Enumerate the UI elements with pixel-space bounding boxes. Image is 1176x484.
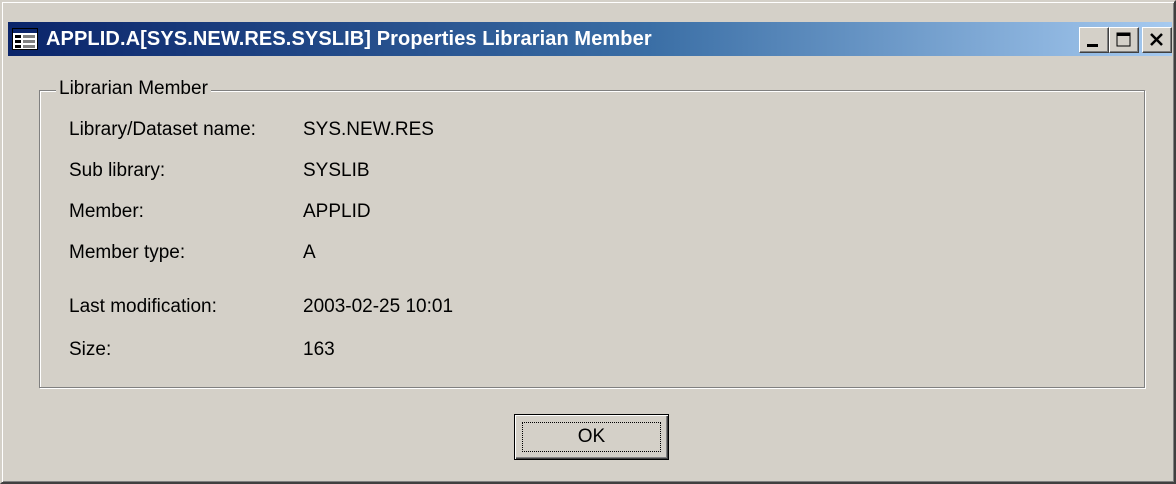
title-bar[interactable]: APPLID.A[SYS.NEW.RES.SYSLIB] Properties … xyxy=(8,22,1172,56)
maximize-button[interactable] xyxy=(1109,27,1139,53)
size-value: 163 xyxy=(303,339,335,360)
close-button[interactable] xyxy=(1142,27,1172,53)
sub-library-value: SYSLIB xyxy=(303,160,370,181)
member-type-value: A xyxy=(303,242,316,263)
library-dataset-name-value: SYS.NEW.RES xyxy=(303,119,434,140)
member-type-label: Member type: xyxy=(69,242,186,263)
member-value: APPLID xyxy=(303,201,371,222)
properties-grid-icon[interactable] xyxy=(12,28,38,50)
group-title: Librarian Member xyxy=(56,76,211,102)
library-dataset-name-label: Library/Dataset name: xyxy=(69,119,256,140)
member-label: Member: xyxy=(69,201,144,222)
minimize-button[interactable] xyxy=(1079,27,1109,53)
window-title: APPLID.A[SYS.NEW.RES.SYSLIB] Properties … xyxy=(46,27,652,50)
sub-library-label: Sub library: xyxy=(69,160,166,181)
close-icon xyxy=(1150,33,1163,46)
ok-button-label: OK xyxy=(522,422,661,452)
properties-dialog: APPLID.A[SYS.NEW.RES.SYSLIB] Properties … xyxy=(0,0,1176,484)
last-modification-label: Last modification: xyxy=(69,296,217,317)
maximize-icon xyxy=(1116,32,1131,47)
window-controls xyxy=(1079,27,1172,53)
last-modification-value: 2003-02-25 10:01 xyxy=(303,296,454,317)
size-label: Size: xyxy=(69,339,112,360)
ok-button[interactable]: OK xyxy=(514,414,669,460)
minimize-icon xyxy=(1087,44,1098,47)
